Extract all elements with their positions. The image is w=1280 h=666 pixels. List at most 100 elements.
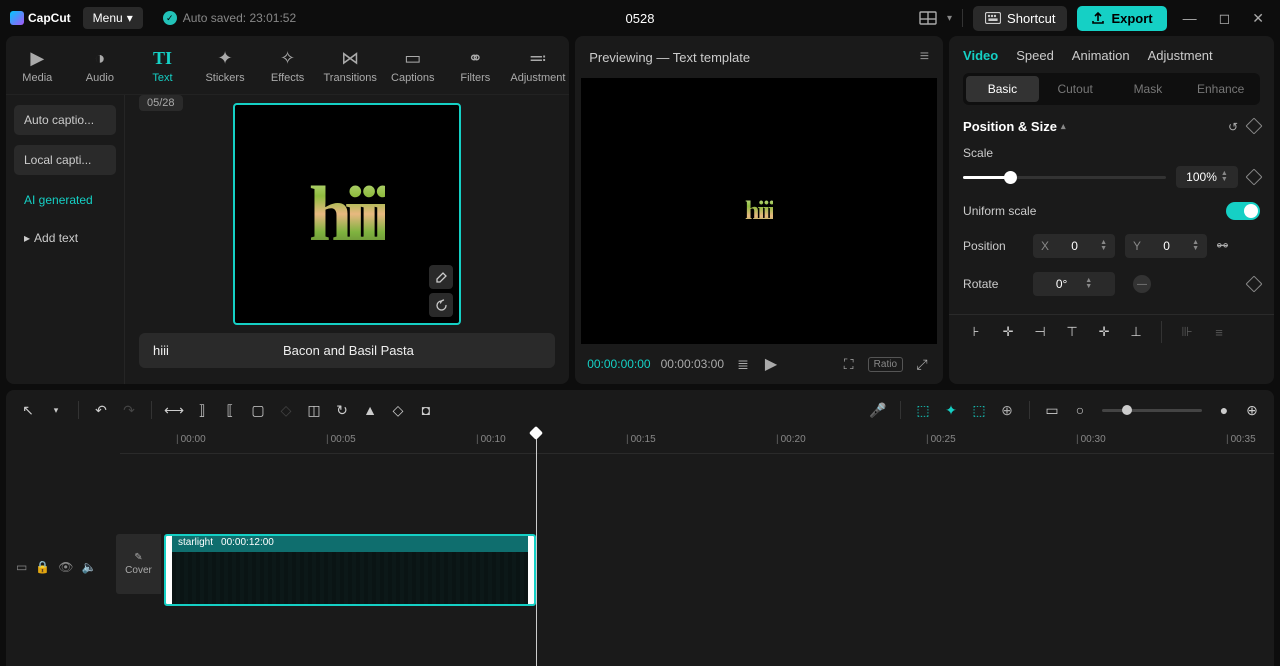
crop-icon[interactable]: ◘: [416, 400, 436, 420]
split-icon[interactable]: ⟷: [164, 400, 184, 420]
minimize-button[interactable]: —: [1183, 10, 1197, 26]
ai-generated-button[interactable]: AI generated: [14, 185, 116, 215]
zoom-slider[interactable]: [1102, 409, 1202, 412]
frame-icon[interactable]: ⛶: [840, 356, 858, 373]
track-collapse-icon[interactable]: ▭: [16, 560, 27, 574]
tab-text[interactable]: TIText: [131, 44, 194, 94]
tab-captions[interactable]: ▭Captions: [381, 44, 444, 94]
subtab-basic[interactable]: Basic: [966, 76, 1039, 102]
zoom-in-icon[interactable]: ●: [1214, 400, 1234, 420]
subtab-enhance[interactable]: Enhance: [1184, 76, 1257, 102]
prop-tab-adjustment[interactable]: Adjustment: [1148, 48, 1213, 63]
mirror-icon[interactable]: ▲: [360, 400, 380, 420]
tab-filters[interactable]: ⚭Filters: [444, 44, 507, 94]
diamond-tool-icon[interactable]: ◇: [276, 400, 296, 420]
playhead[interactable]: [536, 430, 537, 666]
tab-stickers[interactable]: ✦Stickers: [194, 44, 257, 94]
ruler-mark[interactable]: 00:10: [476, 434, 506, 445]
ruler-mark[interactable]: 00:30: [1076, 434, 1106, 445]
delete-icon[interactable]: ▢: [248, 400, 268, 420]
template-preview-card[interactable]: hiii: [233, 103, 461, 325]
distribute-h-icon[interactable]: ⊪: [1174, 319, 1200, 345]
tab-adjustment[interactable]: ≕Adjustment: [507, 44, 570, 94]
trim-right-icon[interactable]: ⟦: [220, 400, 240, 420]
keyframe-icon[interactable]: [1246, 117, 1263, 134]
maximize-button[interactable]: ◻: [1219, 10, 1231, 27]
fit-zoom-icon[interactable]: ⊕: [1242, 400, 1262, 420]
prop-tab-speed[interactable]: Speed: [1016, 48, 1054, 63]
magnet-right-icon[interactable]: ⬚: [969, 400, 989, 420]
list-view-icon[interactable]: ≣: [734, 356, 752, 373]
pointer-tool-icon[interactable]: ↖: [18, 400, 38, 420]
align-top-icon[interactable]: ⊤: [1059, 319, 1085, 345]
preview-mode-icon[interactable]: ▭: [1042, 400, 1062, 420]
rotate-keyframe-icon[interactable]: [1246, 276, 1263, 293]
auto-captions-button[interactable]: Auto captio...: [14, 105, 116, 135]
uniform-scale-toggle[interactable]: [1226, 202, 1260, 220]
scale-keyframe-icon[interactable]: [1246, 169, 1263, 186]
ratio-button[interactable]: Ratio: [868, 357, 903, 372]
redo-button[interactable]: ↷: [119, 400, 139, 420]
preview-menu-button[interactable]: ≡: [920, 48, 929, 66]
mic-icon[interactable]: 🎤: [868, 400, 888, 420]
reset-icon[interactable]: ↺: [1228, 120, 1238, 134]
align-right-icon[interactable]: ⊣: [1027, 319, 1053, 345]
preview-viewport[interactable]: hiii: [581, 78, 937, 344]
ruler-mark[interactable]: 00:00: [176, 434, 206, 445]
snap-icon[interactable]: ⊕: [997, 400, 1017, 420]
rotate-input[interactable]: 0°▲▼: [1033, 272, 1115, 296]
position-y-input[interactable]: Y0▲▼: [1125, 234, 1207, 258]
shortcut-button[interactable]: Shortcut: [973, 6, 1067, 31]
magnet-left-icon[interactable]: ⬚: [913, 400, 933, 420]
export-button[interactable]: Export: [1077, 6, 1166, 31]
scale-slider[interactable]: [963, 176, 1166, 179]
stepper-icon[interactable]: ▲▼: [1221, 171, 1228, 183]
prop-tab-animation[interactable]: Animation: [1072, 48, 1130, 63]
menu-button[interactable]: Menu ▾: [83, 7, 143, 29]
track-mute-icon[interactable]: 🔈: [82, 560, 97, 574]
tab-media[interactable]: ▶Media: [6, 44, 69, 94]
frame-tool-icon[interactable]: ◫: [304, 400, 324, 420]
align-bottom-icon[interactable]: ⊥: [1123, 319, 1149, 345]
align-center-v-icon[interactable]: ✛: [1091, 319, 1117, 345]
fullscreen-button[interactable]: ⤢: [913, 356, 931, 373]
reverse-icon[interactable]: ↻: [332, 400, 352, 420]
add-text-button[interactable]: ▸Add text: [14, 225, 116, 251]
tab-effects[interactable]: ✧Effects: [256, 44, 319, 94]
track-lock-icon[interactable]: 🔒: [35, 560, 50, 574]
subtab-cutout[interactable]: Cutout: [1039, 76, 1112, 102]
tab-transitions[interactable]: ⋈Transitions: [319, 44, 382, 94]
rotate-tool-icon[interactable]: ◇: [388, 400, 408, 420]
rotate-dial[interactable]: —: [1133, 275, 1151, 293]
play-button[interactable]: ▶: [762, 354, 780, 374]
close-button[interactable]: ✕: [1252, 10, 1264, 27]
ruler-mark[interactable]: 00:15: [626, 434, 656, 445]
ruler-mark[interactable]: 00:35: [1226, 434, 1256, 445]
clip-handle-right[interactable]: [528, 536, 534, 604]
tab-audio[interactable]: ◑Audio: [69, 44, 132, 94]
cover-button[interactable]: ✎ Cover: [116, 534, 162, 594]
ruler-mark[interactable]: 00:20: [776, 434, 806, 445]
timeline-ruler[interactable]: 00:00 00:05 00:10 00:15 00:20 00:25 00:30 00:35: [120, 430, 1274, 454]
ruler-mark[interactable]: 00:05: [326, 434, 356, 445]
timeline-body[interactable]: 00:00 00:05 00:10 00:15 00:20 00:25 00:30 00:35…: [6, 430, 1274, 666]
local-captions-button[interactable]: Local capti...: [14, 145, 116, 175]
undo-button[interactable]: ↶: [91, 400, 111, 420]
track-visible-icon[interactable]: 👁: [58, 560, 73, 574]
timeline-clip[interactable]: starlight 00:00:12:00: [164, 534, 536, 606]
zoom-out-icon[interactable]: ○: [1070, 400, 1090, 420]
subtab-mask[interactable]: Mask: [1112, 76, 1185, 102]
tool-dropdown-icon[interactable]: ▾: [46, 400, 66, 420]
edit-template-button[interactable]: [429, 265, 453, 289]
magnet-center-icon[interactable]: ✦: [941, 400, 961, 420]
align-center-h-icon[interactable]: ✛: [995, 319, 1021, 345]
scale-value[interactable]: 100%▲▼: [1176, 166, 1238, 188]
position-x-input[interactable]: X0▲▼: [1033, 234, 1115, 258]
position-size-title[interactable]: Position & Size ▴: [963, 119, 1065, 134]
align-left-icon[interactable]: ⊦: [963, 319, 989, 345]
ruler-mark[interactable]: 00:25: [926, 434, 956, 445]
distribute-v-icon[interactable]: ≡: [1206, 319, 1232, 345]
chevron-down-icon[interactable]: ▾: [947, 13, 952, 24]
regenerate-button[interactable]: [429, 293, 453, 317]
trim-left-icon[interactable]: ⟧: [192, 400, 212, 420]
